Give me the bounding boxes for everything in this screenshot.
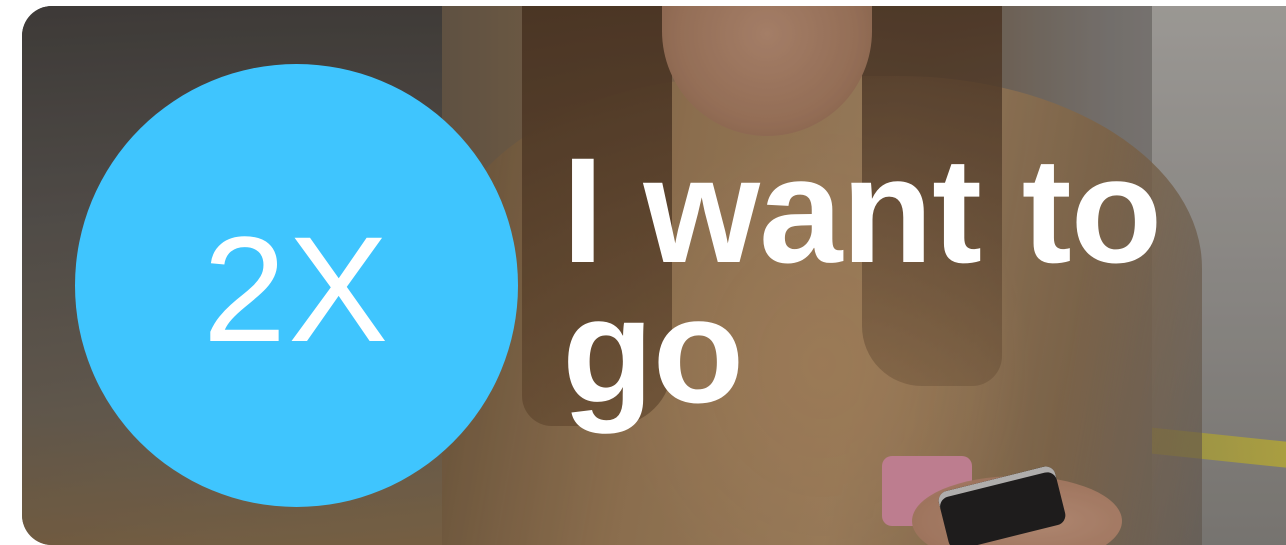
hero-headline: I want to go bbox=[562, 135, 1262, 425]
badge-label: 2X bbox=[202, 205, 391, 373]
speed-badge: 2X bbox=[75, 64, 518, 507]
headline-line-2: go bbox=[562, 266, 744, 434]
